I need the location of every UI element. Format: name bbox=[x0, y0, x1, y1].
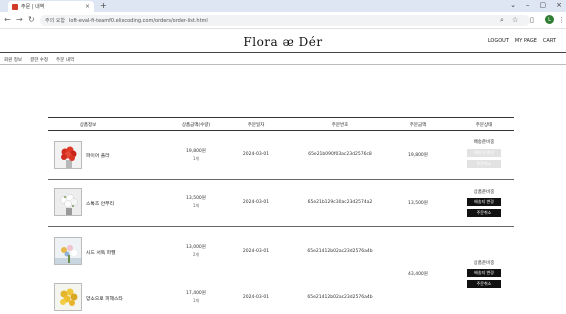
table-row: 파이어 플라 19,800원 1개 2024-03-01 65e21b090f0… bbox=[48, 131, 514, 179]
product-price: 19,800원 1개 bbox=[166, 148, 226, 162]
price-value: 19,800원 bbox=[186, 149, 206, 154]
order-total: 43,400원 bbox=[408, 272, 428, 277]
white-flower-image-icon bbox=[55, 189, 81, 215]
bookmark-star-icon[interactable]: ☆ bbox=[512, 16, 518, 25]
subnav-edit[interactable]: 결한 수정 bbox=[30, 57, 48, 63]
side-panel-icon[interactable]: ▯ bbox=[530, 16, 534, 25]
product-thumbnail[interactable] bbox=[54, 283, 82, 311]
cancel-order-button[interactable]: 주문취소 bbox=[467, 209, 501, 217]
site-logo[interactable]: Flora ᴂ Dér bbox=[0, 35, 566, 49]
mixed-bouquet-image-icon bbox=[55, 238, 81, 264]
quantity-value: 1개 bbox=[192, 203, 200, 208]
th-order-no: 주문번호 bbox=[331, 123, 349, 128]
reload-icon[interactable]: ↻ bbox=[28, 15, 35, 25]
back-icon[interactable]: ← bbox=[4, 15, 11, 25]
zoom-icon[interactable]: ⌕ bbox=[500, 16, 504, 25]
red-tulip-image-icon bbox=[55, 142, 81, 168]
product-name[interactable]: 시드 서독 파헬 bbox=[86, 249, 116, 256]
product-name[interactable]: 파이어 플라 bbox=[86, 152, 110, 159]
product-name[interactable]: 양소으로 피헤스타 bbox=[86, 295, 123, 302]
cart-link[interactable]: CART bbox=[543, 38, 556, 44]
product-price: 13,000원 2개 bbox=[166, 244, 226, 258]
browser-toolbar: ← → ↻ 주의 요함 loft-eval-fi-teamf0.elixcodi… bbox=[0, 12, 566, 29]
order-date: 2024-03-01 bbox=[242, 249, 270, 254]
minimize-button[interactable]: – bbox=[526, 0, 530, 11]
subnav-order-history[interactable]: 주문 내역 bbox=[56, 57, 74, 63]
mypage-subnav: 회원 정보 결한 수정 주문 내역 bbox=[4, 57, 74, 63]
maximize-button[interactable]: ▢ bbox=[540, 0, 547, 11]
tab-title: 주문 | 내역 bbox=[21, 4, 45, 10]
change-address-button[interactable]: 배송지 변경 bbox=[467, 198, 501, 206]
header-links: LOGOUT MY PAGE CART bbox=[488, 38, 556, 44]
order-status: 상품준비중 bbox=[473, 190, 495, 195]
security-warning-label[interactable]: 주의 요함 bbox=[45, 17, 65, 24]
quantity-value: 1개 bbox=[192, 298, 200, 303]
cancel-order-button-disabled: 주문취소 bbox=[467, 160, 501, 168]
product-thumbnail[interactable] bbox=[54, 141, 82, 169]
subnav-member-info[interactable]: 회원 정보 bbox=[4, 57, 22, 63]
tab-search-icon[interactable]: ⌄ bbox=[510, 0, 516, 11]
profile-avatar[interactable]: L bbox=[545, 15, 554, 24]
site-favicon-icon bbox=[12, 3, 18, 10]
price-value: 13,000원 bbox=[186, 245, 206, 250]
product-thumbnail[interactable] bbox=[54, 188, 82, 216]
order-date: 2024-03-01 bbox=[242, 295, 270, 300]
th-status: 주문상태 bbox=[475, 123, 493, 128]
product-price: 17,400원 1개 bbox=[166, 290, 226, 304]
order-total: 19,800원 bbox=[408, 153, 428, 158]
mypage-link[interactable]: MY PAGE bbox=[515, 38, 537, 44]
change-address-button-disabled: 배송지 변경 bbox=[467, 149, 501, 157]
product-price: 13,500원 1개 bbox=[166, 195, 226, 209]
quantity-value: 1개 bbox=[192, 156, 200, 161]
site-header: Flora ᴂ Dér LOGOUT MY PAGE CART bbox=[0, 29, 566, 53]
price-value: 17,400원 bbox=[186, 291, 206, 296]
tab-close-icon[interactable]: × bbox=[85, 3, 90, 10]
product-thumbnail[interactable] bbox=[54, 237, 82, 265]
th-date: 주문일자 bbox=[247, 123, 265, 128]
table-header: 상품정보 상품금액(수량) 주문일자 주문번호 주문금액 주문상태 bbox=[48, 117, 514, 131]
forward-icon[interactable]: → bbox=[16, 15, 23, 25]
order-number: 65e21412b02ac23d2576a4b bbox=[307, 295, 373, 300]
order-status: 상품준비중 bbox=[473, 261, 495, 266]
new-tab-button[interactable]: + bbox=[100, 1, 107, 11]
order-status: 배송준비중 bbox=[473, 140, 495, 145]
th-product: 상품정보 bbox=[79, 123, 97, 128]
table-row-group: 시드 서독 파헬 13,000원 2개 2024-03-01 65e21412b… bbox=[48, 227, 514, 314]
order-number: 65e21412b02ac23d2576a4b bbox=[307, 249, 373, 254]
yellow-bouquet-image-icon bbox=[55, 284, 81, 310]
table-row: 스톡즈 안부리 13,500원 1개 2024-03-01 65e21b129c… bbox=[48, 180, 514, 226]
address-bar[interactable]: 주의 요함 loft-eval-fi-teamf0.elixcoding.com… bbox=[40, 15, 530, 26]
url-text[interactable]: loft-eval-fi-teamf0.elixcoding.com/order… bbox=[69, 18, 208, 24]
order-number: 65e21b090f03ac23d2576c8 bbox=[308, 152, 372, 157]
browser-tab-bar: 주문 | 내역 × + ⌄ – ▢ × bbox=[0, 0, 566, 12]
logout-link[interactable]: LOGOUT bbox=[488, 38, 509, 44]
th-price: 상품금액(수량) bbox=[181, 123, 211, 128]
order-date: 2024-03-01 bbox=[242, 152, 270, 157]
browser-tab[interactable]: 주문 | 내역 × bbox=[8, 1, 94, 12]
quantity-value: 2개 bbox=[192, 252, 200, 257]
menu-kebab-icon[interactable]: ⋮ bbox=[558, 16, 565, 25]
change-address-button[interactable]: 배송지 변경 bbox=[467, 269, 501, 277]
price-value: 13,500원 bbox=[186, 196, 206, 201]
subnav-divider bbox=[0, 64, 566, 65]
product-name[interactable]: 스톡즈 안부리 bbox=[86, 200, 114, 207]
order-number: 65e21b129c30ac23d2574a2 bbox=[307, 200, 373, 205]
order-date: 2024-03-01 bbox=[242, 200, 270, 205]
close-window-button[interactable]: × bbox=[556, 0, 562, 11]
th-total: 주문금액 bbox=[409, 123, 427, 128]
window-controls: ⌄ – ▢ × bbox=[510, 0, 562, 11]
cancel-order-button[interactable]: 주문취소 bbox=[467, 280, 501, 288]
order-total: 13,500원 bbox=[408, 201, 428, 206]
